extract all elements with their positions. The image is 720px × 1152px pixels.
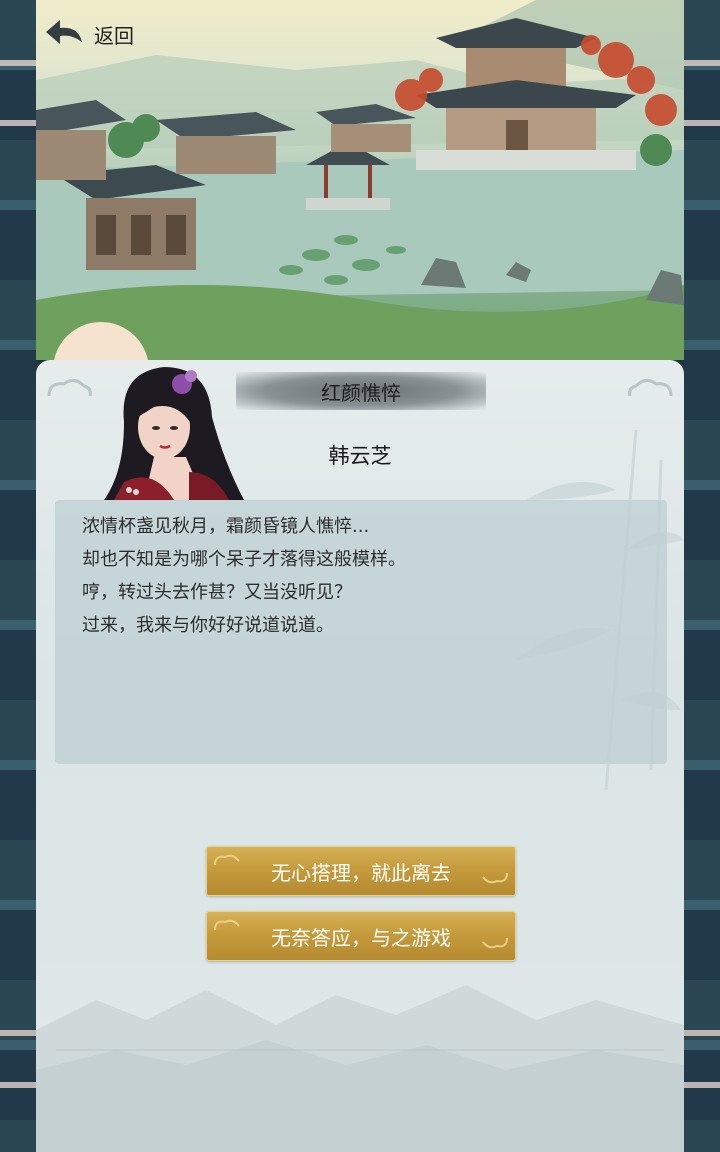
right-decorative-border — [684, 0, 720, 1152]
character-name: 韩云芝 — [328, 444, 392, 468]
cloud-swirl-icon — [214, 919, 240, 931]
left-decorative-border — [0, 0, 36, 1152]
choice-play-button[interactable]: 无奈答应，与之游戏 — [206, 911, 516, 961]
back-button[interactable]: 返回 — [44, 14, 154, 54]
back-arrow-icon — [44, 16, 84, 52]
event-title: 红颜憔悴 — [236, 372, 486, 410]
cloud-ornament-left — [47, 379, 92, 397]
cloud-ornament-right — [628, 379, 673, 397]
palace-scene-illustration — [36, 0, 684, 360]
dialog-line: 哼，转过头去作甚？又当没听见？ — [82, 582, 352, 603]
choice-label: 无心搭理，就此离去 — [271, 860, 451, 885]
mountain-silhouette — [36, 985, 684, 1152]
cloud-swirl-icon — [482, 872, 508, 884]
back-label: 返回 — [94, 23, 134, 48]
dialog-line: 却也不知是为哪个呆子才落得这般模样。 — [82, 549, 406, 570]
character-portrait — [94, 362, 254, 500]
cloud-swirl-icon — [482, 937, 508, 949]
choice-leave-button[interactable]: 无心搭理，就此离去 — [206, 846, 516, 896]
dialog-line: 过来，我来与你好好说道说道。 — [82, 615, 334, 636]
choice-label: 无奈答应，与之游戏 — [271, 925, 451, 950]
dialog-line: 浓情杯盏见秋月，霜颜昏镜人憔悴... — [82, 516, 370, 537]
cloud-swirl-icon — [214, 854, 240, 866]
